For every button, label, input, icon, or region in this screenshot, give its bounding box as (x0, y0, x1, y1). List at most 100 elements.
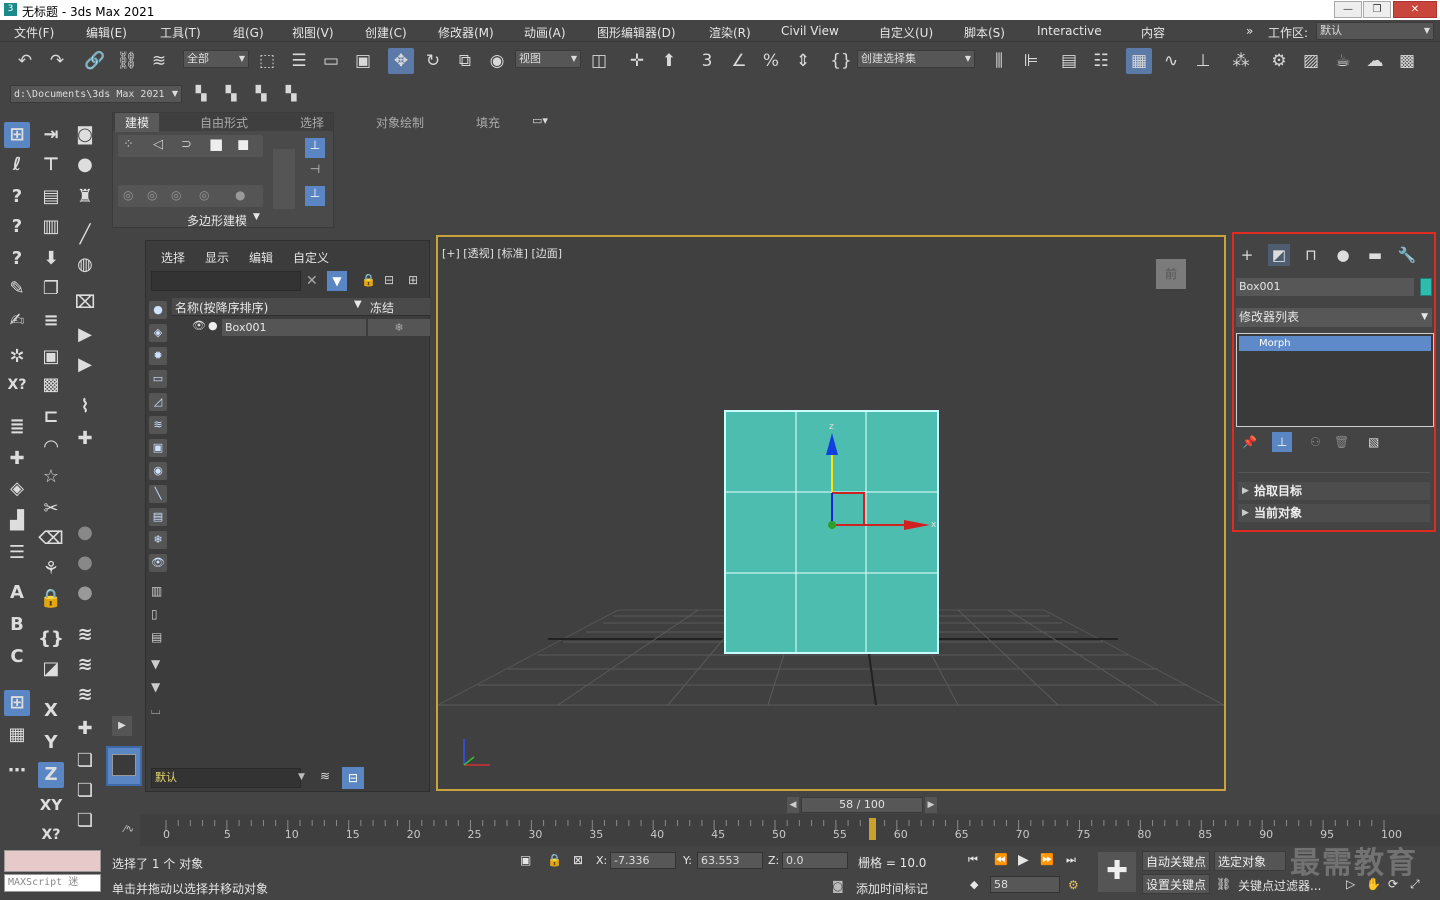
sphere-icon-1[interactable]: ● (72, 520, 98, 546)
filter-options-icon[interactable]: ▼ (151, 657, 160, 671)
ribbon-tool-5-icon[interactable]: ● (235, 188, 245, 202)
y-coordinate-field[interactable]: 63.553 (697, 852, 763, 869)
reference-coordinate-dropdown[interactable]: 视图 ▼ (515, 50, 581, 68)
menu-rendering[interactable]: 渲染(R) (709, 24, 751, 41)
time-tag-icon[interactable]: ◙ (832, 879, 844, 893)
menu-modifiers[interactable]: 修改器(M) (438, 24, 494, 41)
stacked-icon[interactable]: ❏ (72, 808, 98, 834)
project-folder-dropdown[interactable]: d:\Documents\3ds Max 2021 ▼ (10, 85, 182, 103)
display-shapes-icon[interactable]: ◈ (149, 324, 167, 342)
ribbon-tool-2-icon[interactable]: ◎ (147, 188, 157, 202)
keyboard-shortcut-override-icon[interactable]: ⬆ (656, 48, 682, 74)
ribbon-tool-3-icon[interactable]: ◎ (171, 188, 181, 202)
ribbon-tool-4-icon[interactable]: ◎ (199, 188, 209, 202)
object-name-field[interactable]: Box001 (1236, 278, 1414, 296)
window-crossing-icon[interactable]: ▣ (350, 48, 376, 74)
visibility-eye-icon[interactable]: 👁 (192, 319, 206, 332)
ribbon-panel-label[interactable]: 多边形建模 (187, 212, 247, 229)
rect-select-icon[interactable]: ▟ (4, 508, 30, 534)
menu-civil-view[interactable]: Civil View (781, 24, 839, 38)
percent-snap-icon[interactable]: % (758, 48, 784, 74)
maxscript-mini-listener[interactable]: MAXScript 迷 (4, 874, 101, 892)
explorer-tab-select[interactable]: 选择 (161, 249, 185, 266)
select-and-scale-icon[interactable]: ⧉ (452, 48, 478, 74)
layer-stack-icon[interactable]: ☰ (4, 540, 30, 566)
stack-icon[interactable]: ▥ (38, 214, 64, 240)
display-all-icon[interactable]: ▥ (151, 584, 162, 598)
selection-lock-icon[interactable]: 🔒 (547, 853, 562, 867)
ribbon-pin-icon[interactable]: ⊥ (305, 138, 325, 158)
play-animation-icon[interactable]: ▶ (1018, 852, 1029, 868)
play-icon[interactable]: ▶ (72, 322, 98, 348)
create-tab-icon[interactable]: + (1236, 244, 1258, 266)
xy-question-icon[interactable]: X? (4, 372, 30, 398)
ribbon-tool-1-icon[interactable]: ◎ (123, 188, 133, 202)
sync-icon[interactable]: ⊞ (408, 273, 418, 287)
ribbon-pin3-icon[interactable]: ⊥ (305, 186, 325, 206)
z-coordinate-field[interactable]: 0.0 (782, 852, 848, 869)
snap-question-icon[interactable]: ? (4, 246, 30, 272)
scene-explorer-icon[interactable]: ▦ (1126, 48, 1152, 74)
previous-frame-icon[interactable]: ⏪ (994, 853, 1008, 866)
node-icon[interactable]: ⚘ (38, 556, 64, 582)
maxscript-listener[interactable] (4, 850, 101, 872)
sphere-icon-2[interactable]: ● (72, 550, 98, 576)
column-name[interactable]: 名称(按降序排序) (175, 299, 268, 316)
layers-stack-icon[interactable]: ≋ (72, 652, 98, 678)
key-mode-toggle-icon[interactable]: ◆ (970, 878, 978, 891)
layer-dropdown[interactable]: 默认 (151, 768, 301, 788)
shapes-icon[interactable]: ● (72, 152, 98, 178)
dots-icon[interactable]: ⋯ (4, 758, 30, 784)
letter-c-icon[interactable]: C (4, 644, 30, 670)
selection-filter-dropdown[interactable]: 全部 ▼ (183, 50, 249, 68)
axis-xy-question-icon[interactable]: X? (38, 822, 64, 848)
redo-icon[interactable]: ↷ (44, 48, 70, 74)
more-menu-icon[interactable]: » (1246, 24, 1253, 38)
frame-icon[interactable]: ⊤ (38, 152, 64, 178)
tag-icon[interactable]: ⌧ (72, 290, 98, 316)
ribbon-tab-selection[interactable]: 选择 (300, 114, 324, 131)
display-bones-icon[interactable]: ╲ (149, 485, 167, 503)
isolate-selection-icon[interactable]: ▣ (520, 853, 531, 867)
select-by-name-icon[interactable]: ☰ (286, 48, 312, 74)
layer-dropdown-arrow-icon[interactable]: ▼ (298, 772, 305, 782)
pen-icon[interactable]: ✎ (4, 276, 30, 302)
ribbon-tab-object-paint[interactable]: 对象绘制 (376, 114, 424, 131)
layer-explorer-icon[interactable]: ▤ (1056, 48, 1082, 74)
braces-icon[interactable]: {} (38, 626, 64, 652)
ribbon-tab-populate[interactable]: 填充 (476, 114, 500, 131)
toggle-ribbon-icon[interactable]: ☷ (1088, 48, 1114, 74)
filter-icon[interactable]: ▼ (327, 271, 347, 291)
axis-xy-icon[interactable]: XY (38, 792, 64, 818)
menu-interactive[interactable]: Interactive (1037, 24, 1102, 38)
menu-create[interactable]: 创建(C) (365, 24, 407, 41)
remove-modifier-icon[interactable]: 🗑 (1334, 435, 1349, 449)
select-and-place-icon[interactable]: ◉ (484, 48, 510, 74)
column-freeze[interactable]: 冻结 (370, 299, 394, 316)
make-unique-icon[interactable]: ⚇ (1310, 435, 1321, 449)
utilities-tab-icon[interactable]: 🔧 (1396, 244, 1418, 266)
add-layer-icon[interactable]: ✚ (4, 446, 30, 472)
viewport-layout-tab[interactable] (106, 746, 142, 786)
select-and-rotate-icon[interactable]: ↻ (420, 48, 446, 74)
brush-icon[interactable]: ╱ (72, 222, 98, 248)
render-iterative-icon[interactable]: ▩ (1394, 48, 1420, 74)
menu-scripting[interactable]: 脚本(S) (964, 24, 1005, 41)
display-invert-icon[interactable]: ▤ (151, 630, 162, 644)
plus-move-icon[interactable]: ✚ (72, 426, 98, 452)
configure-sets-icon[interactable]: ▧ (1368, 435, 1379, 449)
display-frozen-icon[interactable]: ❄ (149, 531, 167, 549)
close-button[interactable]: ✕ (1393, 1, 1437, 18)
save-icon[interactable]: ▩ (38, 372, 64, 398)
next-frame-icon[interactable]: ⏩ (1040, 853, 1054, 866)
menu-graph-editors[interactable]: 图形编辑器(D) (597, 24, 676, 41)
snaps-toggle-icon[interactable]: 3 (694, 48, 720, 74)
key-filter-icon[interactable]: ⛓ (1216, 877, 1231, 891)
freeze-snowflake-icon[interactable]: ❄ (368, 319, 430, 336)
set-key-button[interactable]: 设置关键点 (1142, 874, 1211, 894)
display-cameras-icon[interactable]: ▭ (149, 370, 167, 388)
unlink-icon[interactable]: ⛓ (114, 48, 140, 74)
sort-by-layer-icon[interactable]: ≋ (320, 769, 330, 783)
link-icon[interactable]: 🔗 (82, 48, 108, 74)
ribbon-panel-arrow-icon[interactable]: ▼ (253, 212, 260, 222)
